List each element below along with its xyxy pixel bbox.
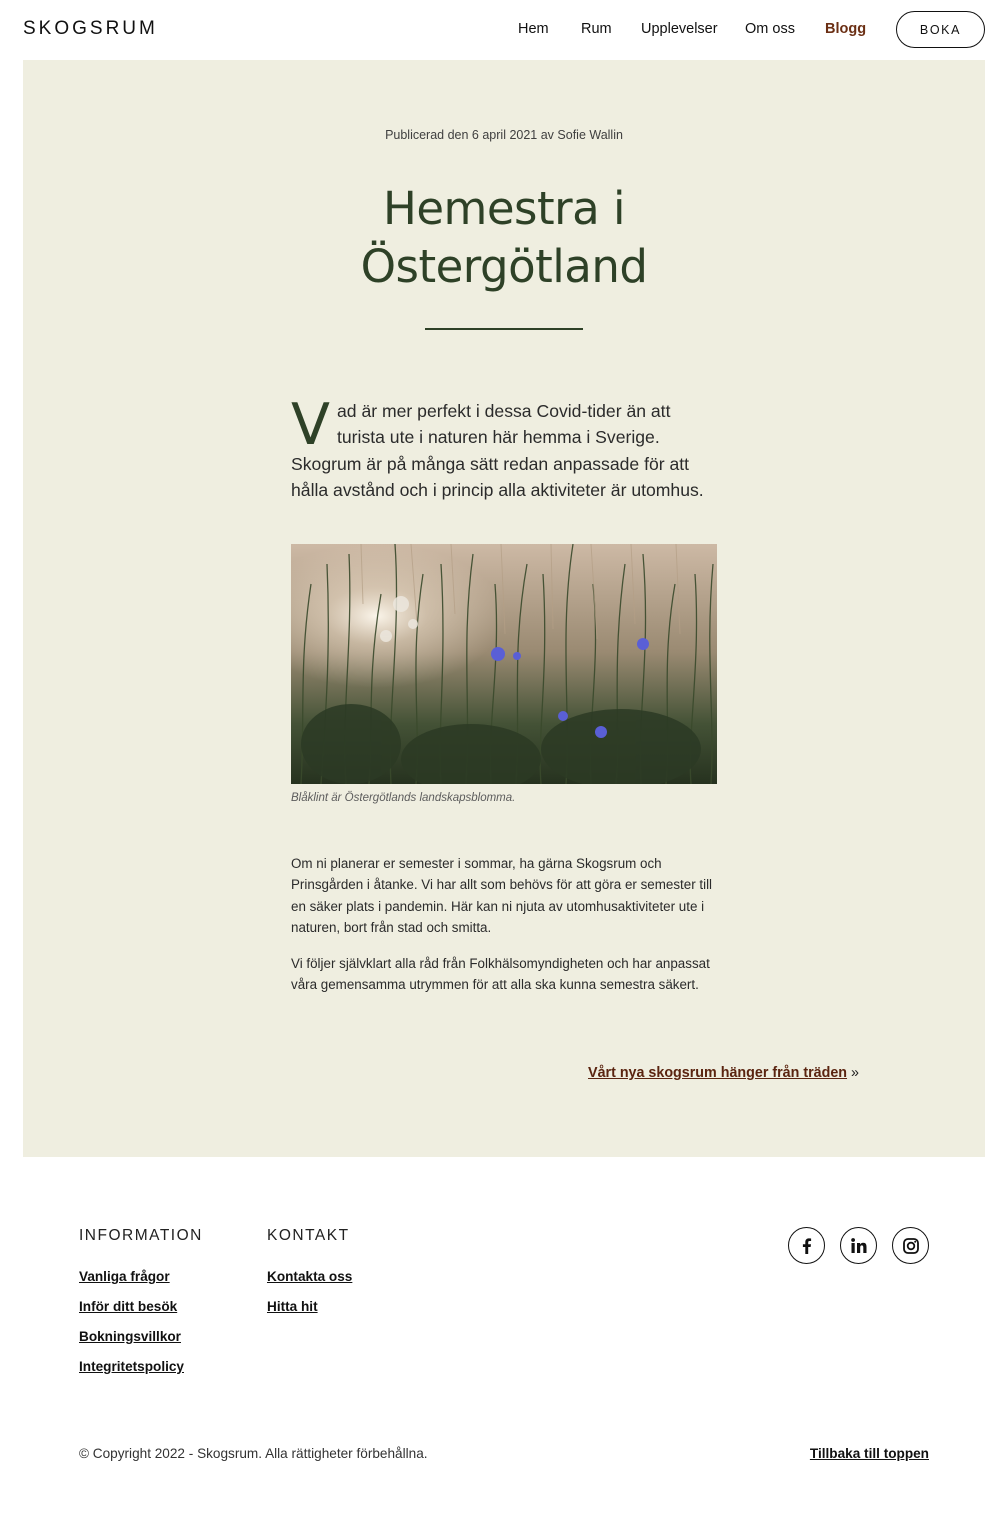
article-lead: Vad är mer perfekt i dessa Covid-tider ä…: [291, 392, 721, 504]
article-title: Hemestra i Östergötland: [23, 180, 985, 296]
site-header: SKOGSRUM Hem Rum Upplevelser Om oss Blog…: [0, 0, 1008, 60]
article-body: Om ni planerar er semester i sommar, ha …: [291, 853, 721, 995]
footer-link-before-visit[interactable]: Inför ditt besök: [79, 1299, 177, 1314]
footer-link-privacy-policy[interactable]: Integritetspolicy: [79, 1359, 184, 1374]
body-paragraph: Vi följer självklart alla råd från Folkh…: [291, 955, 710, 993]
site-logo[interactable]: SKOGSRUM: [23, 18, 158, 40]
body-paragraph: Om ni planerar er semester i sommar, ha …: [291, 856, 713, 936]
copyright-text: © Copyright 2022 - Skogsrum. Alla rättig…: [79, 1446, 428, 1461]
linkedin-icon[interactable]: [840, 1227, 877, 1264]
nav-item-upplevelser[interactable]: Upplevelser: [641, 21, 718, 37]
cornflower-meadow-image: [291, 544, 717, 784]
next-post-link[interactable]: Vårt nya skogsrum hänger från träden: [588, 1065, 847, 1081]
footer-information-heading: INFORMATION: [79, 1227, 203, 1244]
footer-link-booking-terms[interactable]: Bokningsvillkor: [79, 1329, 181, 1344]
facebook-icon[interactable]: [788, 1227, 825, 1264]
footer-link-find-us[interactable]: Hitta hit: [267, 1299, 318, 1314]
book-button[interactable]: BOKA: [896, 11, 985, 48]
instagram-icon[interactable]: [892, 1227, 929, 1264]
footer-link-faq[interactable]: Vanliga frågor: [79, 1269, 170, 1284]
title-divider: [425, 328, 583, 330]
back-to-top-link[interactable]: Tillbaka till toppen: [810, 1446, 929, 1461]
footer-link-contact-us[interactable]: Kontakta oss: [267, 1269, 352, 1284]
article-panel: Publicerad den 6 april 2021 av Sofie Wal…: [23, 60, 985, 1157]
lead-text: ad är mer perfekt i dessa Covid-tider än…: [291, 401, 704, 501]
article-meta: Publicerad den 6 april 2021 av Sofie Wal…: [385, 128, 623, 142]
nav-item-rum[interactable]: Rum: [581, 21, 612, 37]
image-caption: Blåklint är Östergötlands landskapsblomm…: [291, 792, 516, 804]
footer-kontakt-heading: KONTAKT: [267, 1227, 350, 1244]
article-title-line2: Östergötland: [360, 240, 648, 293]
nav-item-om-oss[interactable]: Om oss: [745, 21, 795, 37]
article-title-line1: Hemestra i: [382, 182, 626, 235]
next-post: Vårt nya skogsrum hänger från träden»: [588, 1065, 859, 1081]
lead-dropcap: V: [291, 392, 330, 458]
next-post-arrow: »: [851, 1065, 859, 1081]
nav-item-blogg[interactable]: Blogg: [825, 21, 866, 37]
article-photo: [291, 544, 717, 784]
nav-item-hem[interactable]: Hem: [518, 21, 549, 37]
